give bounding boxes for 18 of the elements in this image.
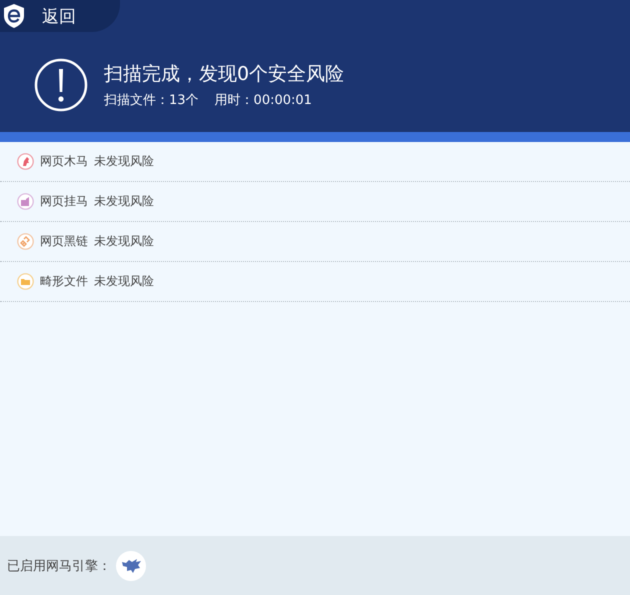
check-name: 网页黑链 — [40, 233, 88, 250]
elapsed-time-label: 用时：00:00:01 — [214, 92, 312, 109]
check-status: 未发现风险 — [94, 153, 154, 170]
file-icon — [17, 273, 34, 290]
engine-label: 已启用网马引擎： — [7, 558, 111, 574]
check-status: 未发现风险 — [94, 273, 154, 290]
check-name: 畸形文件 — [40, 273, 88, 290]
check-name: 网页挂马 — [40, 193, 88, 210]
link-icon — [17, 233, 34, 250]
back-button[interactable]: 返回 — [0, 0, 120, 32]
shield-icon — [2, 3, 26, 29]
alert-icon — [34, 58, 88, 112]
scan-result-title: 扫描完成，发现0个安全风险 — [104, 62, 344, 87]
check-status: 未发现风险 — [94, 193, 154, 210]
check-status: 未发现风险 — [94, 233, 154, 250]
engine-icon — [115, 550, 147, 582]
check-name: 网页木马 — [40, 153, 88, 170]
files-scanned-label: 扫描文件：13个 — [104, 92, 199, 109]
